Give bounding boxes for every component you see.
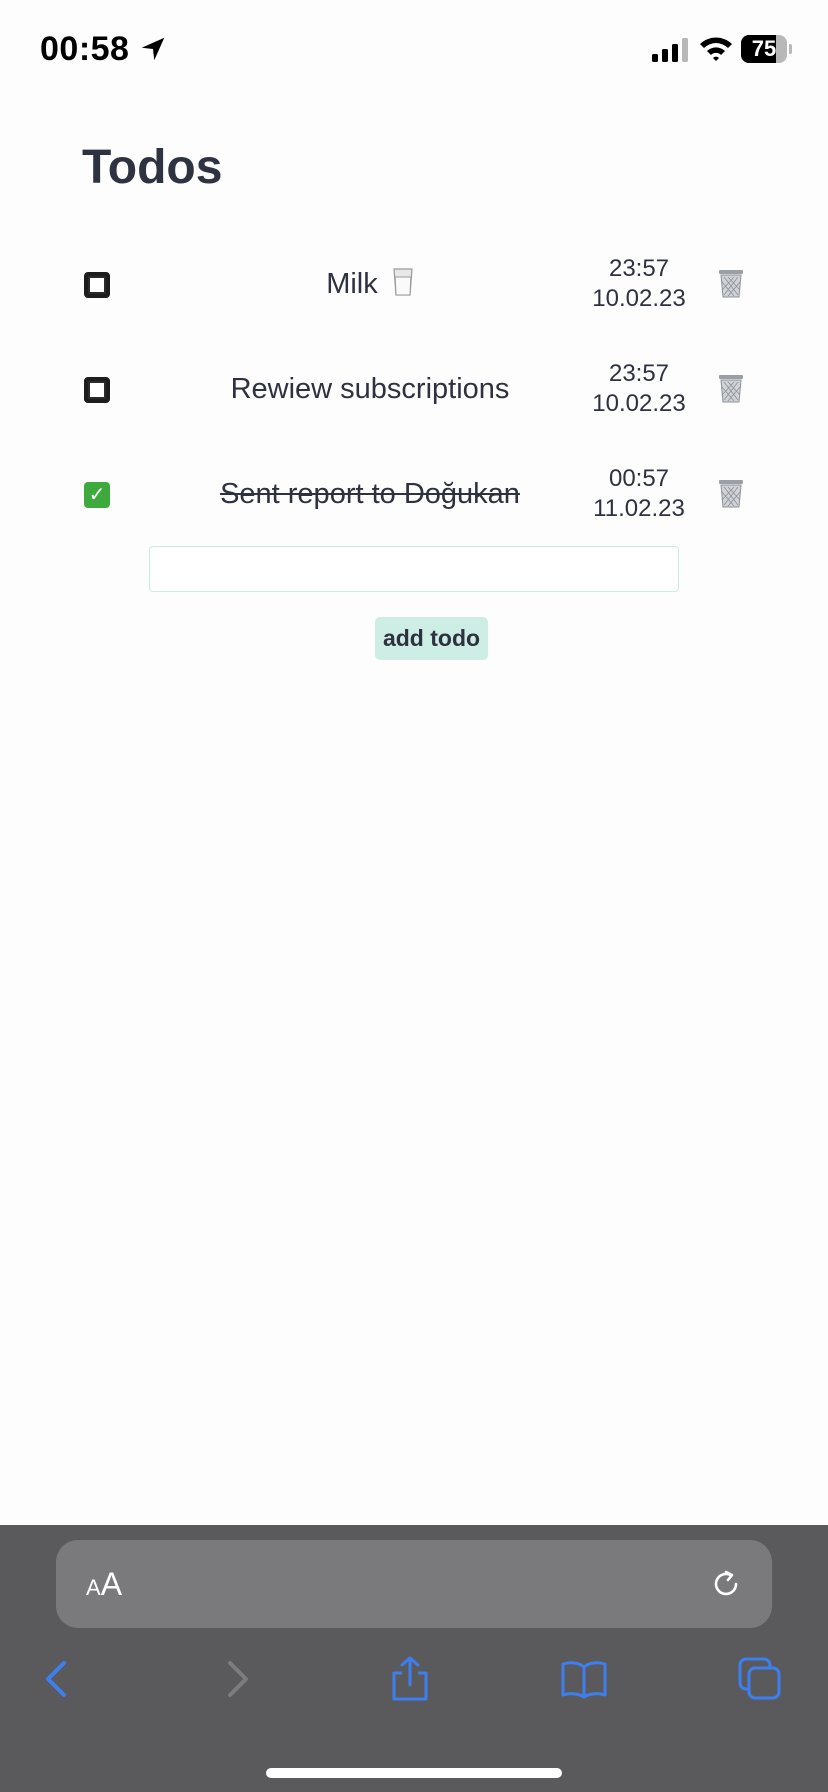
wifi-icon (700, 37, 732, 61)
location-arrow-icon (141, 37, 165, 61)
battery-indicator: 75 (741, 35, 792, 63)
todo-item: Milk 23:57 10.02.23 (82, 246, 762, 326)
todo-time: 23:57 (608, 360, 670, 387)
trash-icon[interactable] (718, 268, 744, 298)
address-bar[interactable]: AA (56, 1540, 772, 1628)
aa-large: A (100, 1566, 123, 1602)
page-title: Todos (82, 141, 223, 194)
forward-icon[interactable] (212, 1655, 260, 1703)
todo-text[interactable]: Sent report to Doğukan (140, 478, 600, 511)
todo-label: Sent report to Doğukan (220, 478, 520, 510)
reader-settings-button[interactable]: AA (86, 1566, 122, 1603)
todo-date: 11.02.23 (593, 495, 685, 522)
reload-icon[interactable] (709, 1567, 743, 1601)
todo-label: Rewiew subscriptions (230, 373, 510, 405)
trash-icon[interactable] (718, 373, 744, 403)
todo-text[interactable]: Rewiew subscriptions (140, 373, 600, 406)
todo-checkbox-unchecked[interactable] (84, 377, 110, 403)
todo-date: 10.02.23 (592, 285, 686, 312)
todo-checkbox-unchecked[interactable] (84, 272, 110, 298)
todo-label: Milk (326, 268, 378, 300)
todo-timestamp: 23:57 10.02.23 (564, 359, 714, 419)
todo-timestamp: 00:57 11.02.23 (564, 464, 714, 524)
trash-icon[interactable] (718, 478, 744, 508)
new-todo-input[interactable] (149, 546, 679, 592)
add-todo-button[interactable]: add todo (375, 617, 488, 660)
cellular-signal-icon (652, 38, 688, 62)
status-time: 00:58 (40, 30, 130, 68)
todo-timestamp: 23:57 10.02.23 (564, 254, 714, 314)
status-bar: 00:58 75 (0, 0, 828, 100)
tabs-icon[interactable] (736, 1655, 784, 1703)
todo-text[interactable]: Milk (140, 268, 600, 301)
todo-item: Rewiew subscriptions 23:57 10.02.23 (82, 351, 762, 431)
milk-glass-icon (393, 268, 413, 296)
back-icon[interactable] (34, 1655, 82, 1703)
todo-item: ✓ Sent report to Doğukan 00:57 11.02.23 (82, 456, 762, 536)
todo-time: 00:57 (608, 465, 670, 492)
aa-small: A (86, 1575, 101, 1600)
home-indicator (266, 1768, 562, 1778)
todo-time: 23:57 (608, 255, 670, 282)
browser-toolbar: AA (0, 1525, 828, 1792)
battery-percentage: 75 (751, 36, 777, 61)
todo-date: 10.02.23 (592, 390, 686, 417)
share-icon[interactable] (386, 1655, 434, 1703)
todo-checkbox-checked[interactable]: ✓ (84, 482, 110, 508)
bookmarks-icon[interactable] (560, 1655, 608, 1703)
